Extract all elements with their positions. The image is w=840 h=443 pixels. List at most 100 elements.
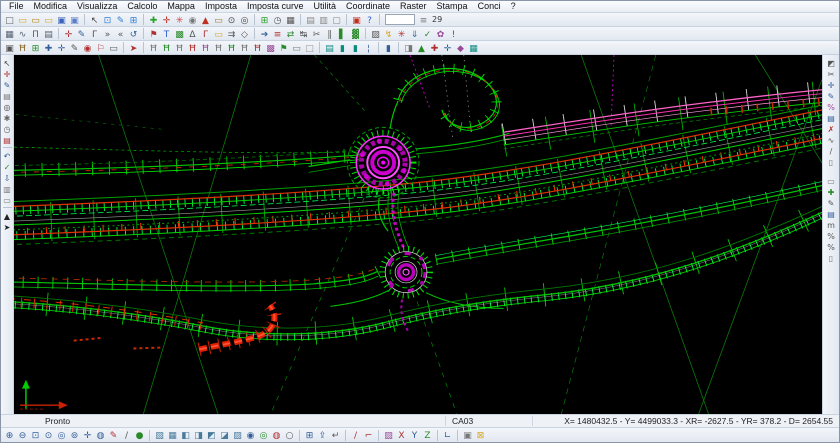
scissors-icon[interactable]: ✂ bbox=[826, 68, 837, 79]
menu-imposta[interactable]: Imposta bbox=[200, 1, 242, 12]
right-angle-icon[interactable]: ∟ bbox=[441, 429, 454, 441]
menu-file[interactable]: File bbox=[4, 1, 29, 12]
edit-grid-icon[interactable]: ⊞ bbox=[127, 14, 140, 26]
area-purple-icon[interactable]: ▩ bbox=[264, 42, 277, 54]
folder-view-icon[interactable]: ▭ bbox=[212, 14, 225, 26]
bar-half-icon[interactable]: ▌ bbox=[336, 28, 349, 40]
cross-red-icon[interactable]: ✚ bbox=[428, 42, 441, 54]
corner-tool-icon[interactable]: Γ bbox=[199, 28, 212, 40]
flag-green-icon[interactable]: ⚑ bbox=[277, 42, 290, 54]
red-slash-icon[interactable]: / bbox=[349, 429, 362, 441]
edit-polyline-icon[interactable]: ✎ bbox=[114, 14, 127, 26]
peak-icon[interactable]: ▲ bbox=[415, 42, 428, 54]
road-edge-icon[interactable]: ◨ bbox=[402, 42, 415, 54]
view-sw-icon[interactable]: ◪ bbox=[218, 429, 231, 441]
axis-y-icon[interactable]: Y bbox=[408, 429, 421, 441]
recalculate-icon[interactable]: ▣ bbox=[350, 14, 363, 26]
pointer-icon[interactable]: ↖ bbox=[2, 57, 13, 68]
undo-icon[interactable]: ↶ bbox=[2, 150, 13, 161]
menu-utilit[interactable]: Utilità bbox=[308, 1, 341, 12]
cross-sections-8-icon[interactable]: Ħ bbox=[238, 42, 251, 54]
parallel-lines-icon[interactable]: ∥ bbox=[323, 28, 336, 40]
move-icon[interactable]: ✛ bbox=[826, 79, 837, 90]
edit-axis-icon[interactable]: ✎ bbox=[75, 28, 88, 40]
draw-pen-icon[interactable]: ✎ bbox=[826, 90, 837, 101]
sphere-white-icon[interactable]: ○ bbox=[283, 429, 296, 441]
erase-icon[interactable]: ✗ bbox=[826, 123, 837, 134]
slash-icon[interactable]: / bbox=[120, 429, 133, 441]
prev-element-icon[interactable]: « bbox=[114, 28, 127, 40]
axis-z-icon[interactable]: Z bbox=[421, 429, 434, 441]
fill-green-icon[interactable]: ▓ bbox=[349, 28, 362, 40]
zoom-previous-icon[interactable]: ⊙ bbox=[42, 429, 55, 441]
menu-stampa[interactable]: Stampa bbox=[432, 1, 473, 12]
notes-panel-icon[interactable]: ▤ bbox=[2, 90, 13, 101]
red-marker-icon[interactable]: ▲ bbox=[199, 14, 212, 26]
move-point-icon[interactable]: ✛ bbox=[160, 14, 173, 26]
flag-white-icon[interactable]: ⚐ bbox=[94, 42, 107, 54]
refresh-icon[interactable]: ↺ bbox=[127, 28, 140, 40]
asterisk-icon[interactable]: ✳ bbox=[395, 28, 408, 40]
down-arrow-icon[interactable]: ⇩ bbox=[2, 172, 13, 183]
info-icon[interactable]: ! bbox=[447, 28, 460, 40]
zoom-in-icon[interactable]: ⊕ bbox=[3, 429, 16, 441]
point-green-icon[interactable]: ● bbox=[133, 429, 146, 441]
plus-v-icon[interactable]: ✛ bbox=[55, 42, 68, 54]
pen-icon[interactable]: ✎ bbox=[68, 42, 81, 54]
history-clock-icon[interactable]: ◷ bbox=[271, 14, 284, 26]
save-icon[interactable]: ▣ bbox=[55, 14, 68, 26]
import-file-icon[interactable]: ▭ bbox=[42, 14, 55, 26]
crosshair-icon[interactable]: ✛ bbox=[2, 68, 13, 79]
new-file-icon[interactable]: □ bbox=[3, 14, 16, 26]
teal-bar-1-icon[interactable]: ▮ bbox=[336, 42, 349, 54]
clipboard-icon[interactable]: ▥ bbox=[2, 183, 13, 194]
scale-input[interactable] bbox=[385, 14, 415, 25]
info-strip-icon[interactable]: ▯ bbox=[826, 156, 837, 167]
page-icon[interactable]: ▢ bbox=[330, 14, 343, 26]
frame-icon[interactable]: ▣ bbox=[3, 42, 16, 54]
next-element-icon[interactable]: » bbox=[101, 28, 114, 40]
view-side-icon[interactable]: ◨ bbox=[192, 429, 205, 441]
red-list-icon[interactable]: ≡ bbox=[271, 28, 284, 40]
flower-icon[interactable]: ✿ bbox=[434, 28, 447, 40]
confirm-check-icon[interactable]: ✓ bbox=[2, 161, 13, 172]
sheet-2-icon[interactable]: ▥ bbox=[317, 14, 330, 26]
flag-layers-icon[interactable]: ▤ bbox=[2, 134, 13, 145]
zoom-dynamic-icon[interactable]: ◍ bbox=[94, 429, 107, 441]
table-grid-icon[interactable]: ⊞ bbox=[29, 42, 42, 54]
cross-sections-1-icon[interactable]: Ħ bbox=[147, 42, 160, 54]
open-drawing-icon[interactable]: ▭ bbox=[29, 14, 42, 26]
sphere-red-icon[interactable]: ◍ bbox=[270, 429, 283, 441]
cross-sections-7-icon[interactable]: Ħ bbox=[225, 42, 238, 54]
card-icon[interactable]: ▭ bbox=[107, 42, 120, 54]
doc-strip-icon[interactable]: ▭ bbox=[826, 175, 837, 186]
view-top-icon[interactable]: ▦ bbox=[166, 429, 179, 441]
arrows-tool-icon[interactable]: ⇉ bbox=[225, 28, 238, 40]
triangle-model-icon[interactable]: Δ bbox=[186, 28, 199, 40]
add-plus-icon[interactable]: ✚ bbox=[826, 186, 837, 197]
note-card-icon[interactable]: ▭ bbox=[2, 194, 13, 205]
pen-2-icon[interactable]: ✎ bbox=[826, 197, 837, 208]
panel-2-icon[interactable]: ▤ bbox=[826, 208, 837, 219]
mountain-icon[interactable]: ▲ bbox=[2, 210, 13, 221]
red-corner-icon[interactable]: ⌐ bbox=[362, 429, 375, 441]
save-as-icon[interactable]: ▣ bbox=[68, 14, 81, 26]
select-window-icon[interactable]: ⊡ bbox=[101, 14, 114, 26]
add-entity-icon[interactable]: ✚ bbox=[147, 14, 160, 26]
blue-bar-icon[interactable]: ▮ bbox=[382, 42, 395, 54]
cross-sections-3-icon[interactable]: Ħ bbox=[173, 42, 186, 54]
cross-sections-4-icon[interactable]: Ħ bbox=[186, 42, 199, 54]
gear-icon[interactable]: ✱ bbox=[2, 112, 13, 123]
node-diamond-icon[interactable]: ◆ bbox=[454, 42, 467, 54]
tab-order-icon[interactable]: ↹ bbox=[297, 28, 310, 40]
zoom-out-icon[interactable]: ⊖ bbox=[16, 429, 29, 441]
layers-teal-icon[interactable]: ▦ bbox=[467, 42, 480, 54]
table-icon[interactable]: ⊞ bbox=[258, 14, 271, 26]
menu-mappa[interactable]: Mappa bbox=[162, 1, 200, 12]
profile-view-icon[interactable]: ∿ bbox=[16, 28, 29, 40]
cross-blue-icon[interactable]: ✛ bbox=[441, 42, 454, 54]
view-shaded-icon[interactable]: ▨ bbox=[231, 429, 244, 441]
window-tile-icon[interactable]: ⊠ bbox=[474, 429, 487, 441]
blank-box-icon[interactable]: □ bbox=[303, 42, 316, 54]
snapshot-icon[interactable]: ◉ bbox=[186, 14, 199, 26]
